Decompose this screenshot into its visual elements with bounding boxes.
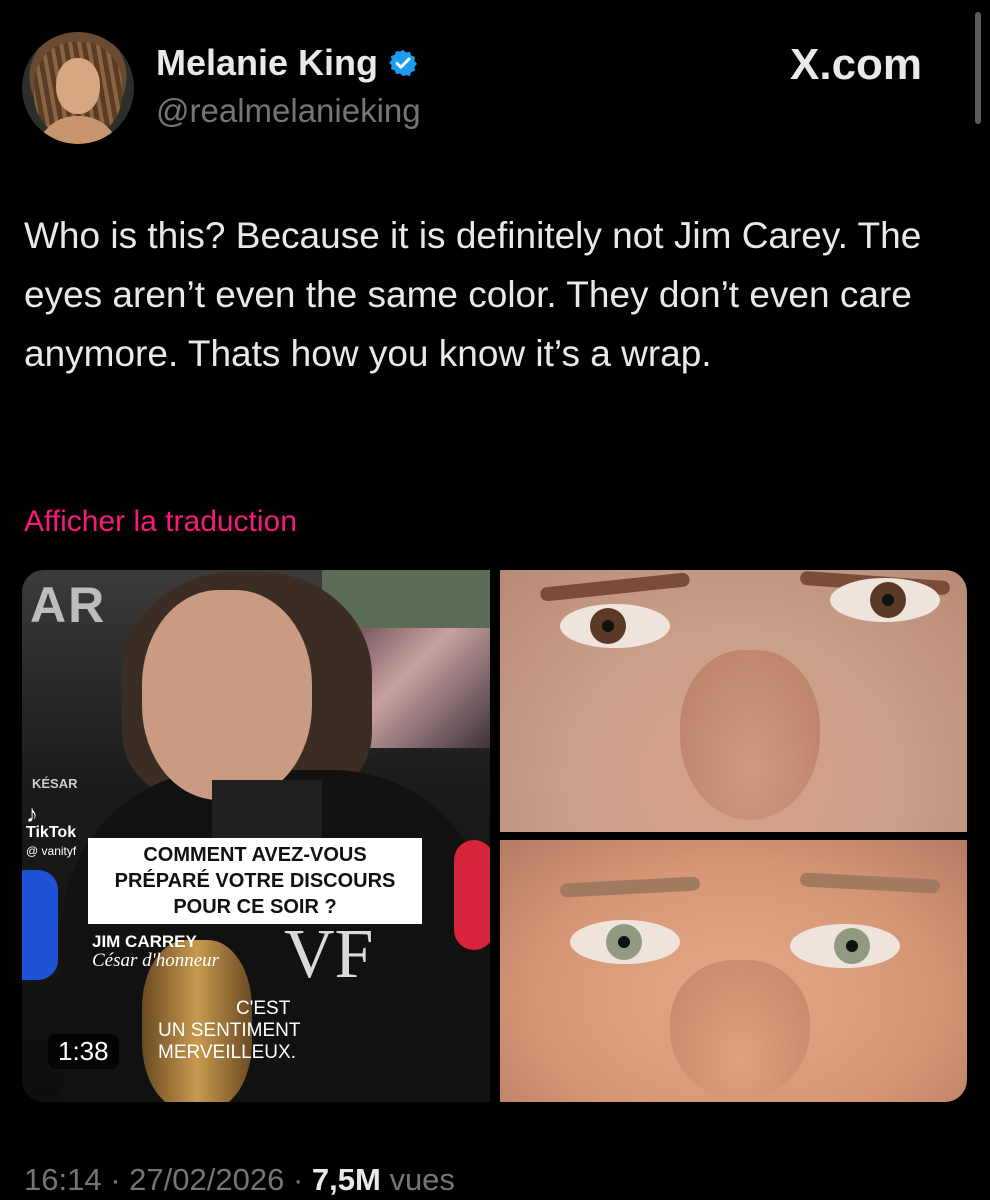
tiktok-handle: @ vanityf <box>26 844 77 858</box>
eye-left <box>560 604 670 648</box>
person-face <box>142 590 312 800</box>
eyebrow-right <box>799 872 941 894</box>
separator: · <box>110 1162 121 1197</box>
nose <box>680 650 820 820</box>
views-label: vues <box>389 1162 455 1197</box>
photo-eyes-green[interactable] <box>500 840 967 1102</box>
eyebrow-left <box>559 876 701 898</box>
tiktok-watermark: ♪ TikTok @ vanityf <box>26 801 77 860</box>
video-caption-box: COMMENT AVEZ-VOUS PRÉPARÉ VOTRE DISCOURS… <box>88 838 422 924</box>
tweet-meta: 16:14 · 27/02/2026 · 7,5M vues <box>24 1162 455 1198</box>
tiktok-label: TikTok <box>26 824 77 841</box>
vf-watermark: VF <box>284 916 374 993</box>
verified-badge-icon <box>389 49 418 77</box>
user-handle[interactable]: @realmelanieking <box>156 92 421 130</box>
subtitle-line: C'EST <box>236 998 291 1019</box>
eye-left <box>570 920 680 964</box>
iris-right <box>834 928 870 964</box>
microphone-red <box>454 840 490 950</box>
eye-right <box>830 578 940 622</box>
photo-eyes-brown[interactable] <box>500 570 967 832</box>
subtitle-line: UN SENTIMENT MERVEILLEUX. <box>158 1020 301 1063</box>
scrollbar[interactable] <box>975 12 981 124</box>
caption-line: PRÉPARÉ VOTRE DISCOURS <box>114 870 396 892</box>
iris-left <box>590 608 626 644</box>
avatar-face <box>56 58 100 114</box>
background-tag: KÉSAR <box>32 776 78 791</box>
eyebrow-left <box>539 572 691 602</box>
eye-right <box>790 924 900 968</box>
tweet-date[interactable]: 27/02/2026 <box>129 1162 284 1197</box>
microphone-blue <box>22 870 58 980</box>
video-thumbnail[interactable]: AR KÉSAR ♪ TikTok @ vanityf COMMENT AVEZ… <box>22 570 490 1102</box>
background-letters: AR <box>30 577 107 633</box>
speaker-title: César d'honneur <box>92 950 220 971</box>
video-duration: 1:38 <box>48 1034 119 1069</box>
media-grid: AR KÉSAR ♪ TikTok @ vanityf COMMENT AVEZ… <box>22 570 967 1102</box>
views-count: 7,5M <box>311 1162 381 1197</box>
video-subtitle: C'EST UN SENTIMENT MERVEILLEUX. <box>158 998 438 1064</box>
tiktok-icon: ♪ <box>26 801 38 828</box>
iris-left <box>606 924 642 960</box>
iris-right <box>870 582 906 618</box>
speaker-name: JIM CARREY <box>92 932 197 951</box>
avatar[interactable] <box>22 32 134 144</box>
separator: · <box>292 1162 304 1197</box>
translate-link[interactable]: Afficher la traduction <box>24 505 297 539</box>
tweet-time[interactable]: 16:14 <box>24 1162 102 1197</box>
display-name[interactable]: Melanie King <box>156 42 378 84</box>
tweet-text: Who is this? Because it is definitely no… <box>24 215 922 374</box>
caption-line: COMMENT AVEZ-VOUS <box>143 844 367 866</box>
author-name-row: Melanie King <box>156 42 418 84</box>
nose <box>670 960 810 1100</box>
brand-logo: X.com <box>790 40 923 89</box>
